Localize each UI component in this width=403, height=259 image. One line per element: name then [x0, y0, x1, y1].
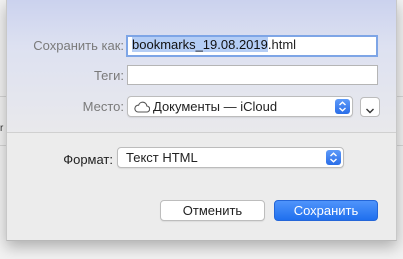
cloud-icon: [134, 101, 151, 113]
format-label: Формат:: [63, 152, 113, 167]
location-label: Место:: [82, 99, 124, 114]
filename-selected-text: bookmarks_19.08.2019: [132, 37, 268, 52]
format-value: Текст HTML: [126, 150, 198, 165]
tags-label: Теги:: [93, 68, 124, 83]
filename-extension: .html: [267, 37, 297, 52]
format-popup[interactable]: Текст HTML: [117, 147, 344, 168]
chevron-down-icon: [365, 103, 375, 118]
updown-chevron-icon: [335, 99, 350, 114]
location-popup[interactable]: Документы — iCloud: [127, 96, 353, 117]
updown-chevron-icon: [326, 150, 341, 165]
dialog-divider: [7, 132, 396, 133]
expand-disclosure-button[interactable]: [360, 97, 380, 117]
save-dialog: Сохранить как: bookmarks_19.08.2019.html…: [6, 0, 397, 241]
tags-input[interactable]: [127, 65, 378, 85]
cancel-button[interactable]: Отменить: [160, 200, 265, 221]
filename-input[interactable]: bookmarks_19.08.2019.html: [126, 35, 378, 57]
location-value: Документы — iCloud: [153, 99, 278, 114]
save-button[interactable]: Сохранить: [274, 200, 378, 221]
save-as-label: Сохранить как:: [33, 38, 124, 53]
